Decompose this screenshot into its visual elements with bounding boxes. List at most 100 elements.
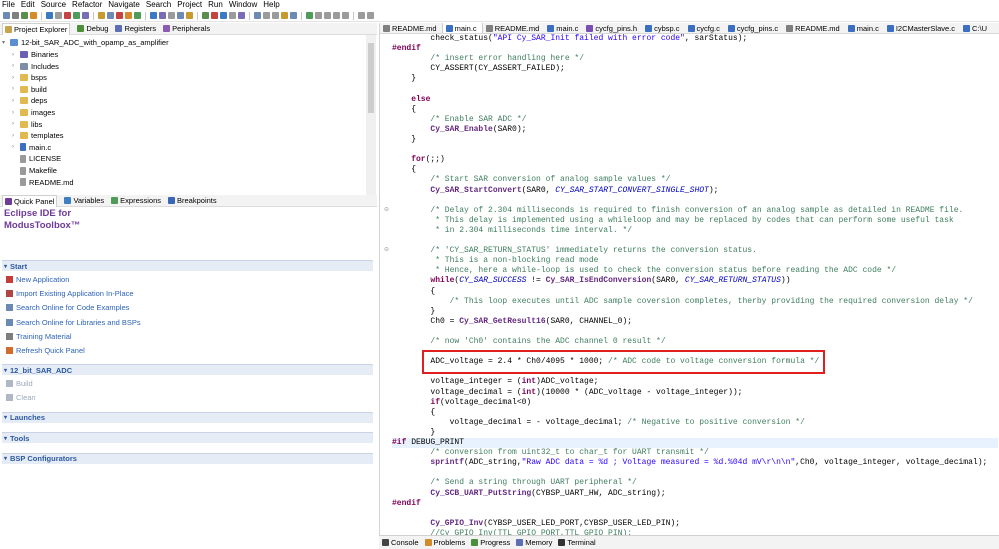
tree-item-readme-md[interactable]: README.md	[12, 177, 74, 188]
toolbar-tool-icon[interactable]	[159, 12, 166, 19]
tree-item-deps[interactable]: › deps	[12, 95, 47, 106]
chevron-right-icon[interactable]: ›	[12, 133, 17, 139]
toolbar-tool-icon[interactable]	[290, 12, 297, 19]
toolbar-tool-icon[interactable]	[272, 12, 279, 19]
chevron-right-icon[interactable]: ›	[12, 110, 17, 116]
chevron-right-icon[interactable]: ›	[12, 86, 17, 92]
bottom-tab-problems[interactable]: Problems	[424, 538, 465, 547]
toolbar-tool-icon[interactable]	[64, 12, 71, 19]
bottom-tab-memory[interactable]: Memory	[516, 538, 552, 547]
link-import-existing-application-in-place[interactable]: Import Existing Application In-Place	[6, 289, 134, 298]
link-training-material[interactable]: Training Material	[6, 332, 72, 341]
toolbar-tool-icon[interactable]	[98, 12, 105, 19]
editor-tab-main-c[interactable]: main.c	[441, 23, 483, 33]
tab-expressions[interactable]: Expressions	[111, 196, 161, 205]
toolbar-tool-icon[interactable]	[315, 12, 322, 19]
section-bsp-configurators[interactable]: ▾ BSP Configurators	[2, 452, 373, 464]
chevron-right-icon[interactable]: ›	[12, 63, 17, 69]
section-tools[interactable]: ▾ Tools	[2, 432, 373, 444]
chevron-right-icon[interactable]: ›	[12, 144, 17, 150]
bottom-tab-terminal[interactable]: Terminal	[558, 538, 596, 547]
tree-item-license[interactable]: LICENSE	[12, 153, 61, 164]
toolbar-tool-icon[interactable]	[238, 12, 245, 19]
menu-edit[interactable]: Edit	[21, 0, 35, 9]
link-search-online-for-code-examples[interactable]: Search Online for Code Examples	[6, 303, 129, 312]
toolbar-tool-icon[interactable]	[263, 12, 270, 19]
bottom-tab-console[interactable]: Console	[382, 538, 419, 547]
toolbar-tool-icon[interactable]	[30, 12, 37, 19]
tab-registers[interactable]: Registers	[115, 24, 156, 33]
toolbar-tool-icon[interactable]	[12, 12, 19, 19]
tree-item-build[interactable]: › build	[12, 84, 47, 95]
chevron-down-icon[interactable]: ▾	[4, 435, 7, 442]
tab-variables[interactable]: Variables	[64, 196, 104, 205]
toolbar-tool-icon[interactable]	[211, 12, 218, 19]
toolbar-tool-icon[interactable]	[333, 12, 340, 19]
menu-window[interactable]: Window	[229, 0, 257, 9]
tree-item-main-c[interactable]: › main.c	[12, 142, 51, 153]
menu-navigate[interactable]: Navigate	[108, 0, 140, 9]
toolbar-tool-icon[interactable]	[21, 12, 28, 19]
scrollbar-thumb[interactable]	[368, 43, 374, 113]
editor-tab-main-c[interactable]: main.c	[845, 23, 884, 33]
fold-marker-icon[interactable]: ⊖	[384, 246, 389, 253]
tree-item-templates[interactable]: › templates	[12, 130, 64, 141]
code-area[interactable]: check_status("API Cy_SAR_Init failed wit…	[392, 34, 998, 548]
chevron-right-icon[interactable]: ›	[12, 75, 17, 81]
menu-search[interactable]: Search	[146, 0, 171, 9]
toolbar-tool-icon[interactable]	[342, 12, 349, 19]
section-launches[interactable]: ▾ Launches	[2, 411, 373, 423]
chevron-down-icon[interactable]: ▾	[4, 367, 7, 374]
tab-peripherals[interactable]: Peripherals	[163, 24, 210, 33]
toolbar-tool-icon[interactable]	[3, 12, 10, 19]
tab-debug[interactable]: Debug	[77, 24, 108, 33]
chevron-right-icon[interactable]: ›	[12, 52, 17, 58]
editor-tab-cycfg-pins-c[interactable]: cycfg_pins.c	[725, 23, 783, 33]
menu-file[interactable]: File	[2, 0, 15, 9]
toolbar-tool-icon[interactable]	[229, 12, 236, 19]
editor-tab-readme-md[interactable]: README.md	[483, 23, 545, 33]
menu-source[interactable]: Source	[41, 0, 66, 9]
toolbar-tool-icon[interactable]	[367, 12, 374, 19]
toolbar-tool-icon[interactable]	[73, 12, 80, 19]
toolbar-tool-icon[interactable]	[177, 12, 184, 19]
toolbar-tool-icon[interactable]	[82, 12, 89, 19]
chevron-right-icon[interactable]: ›	[12, 98, 17, 104]
tab-breakpoints[interactable]: Breakpoints	[168, 196, 217, 205]
link-refresh-quick-panel[interactable]: Refresh Quick Panel	[6, 346, 85, 355]
section-12-bit-sar-adc[interactable]: ▾ 12_bit_SAR_ADC	[2, 364, 373, 376]
toolbar-tool-icon[interactable]	[116, 12, 123, 19]
explorer-scrollbar[interactable]	[366, 35, 376, 197]
editor-tab-cybsp-c[interactable]: cybsp.c	[642, 23, 684, 33]
menu-refactor[interactable]: Refactor	[72, 0, 102, 9]
menu-help[interactable]: Help	[263, 0, 279, 9]
tab-quick-panel[interactable]: Quick Panel	[2, 194, 58, 207]
tree-item-makefile[interactable]: Makefile	[12, 165, 57, 176]
toolbar-tool-icon[interactable]	[202, 12, 209, 19]
tree-project-root[interactable]: ▾ 12-bit_SAR_ADC_with_opamp_as_amplifier	[2, 37, 169, 48]
editor-tab-readme-md[interactable]: README.md	[380, 23, 442, 33]
bottom-tab-progress[interactable]: Progress	[471, 538, 510, 547]
tab-project-explorer[interactable]: Project Explorer	[2, 22, 71, 35]
editor-tab-cycfg-c[interactable]: cycfg.c	[685, 23, 725, 33]
chevron-down-icon[interactable]: ▾	[2, 39, 7, 46]
toolbar-tool-icon[interactable]	[306, 12, 313, 19]
fold-marker-icon[interactable]: ⊖	[384, 206, 389, 213]
editor-tab-c-u[interactable]: C:\U	[960, 23, 992, 33]
toolbar-tool-icon[interactable]	[281, 12, 288, 19]
menu-project[interactable]: Project	[177, 0, 202, 9]
toolbar-tool-icon[interactable]	[220, 12, 227, 19]
editor-tab-main-c[interactable]: main.c	[544, 23, 583, 33]
section-start[interactable]: ▾ Start	[2, 260, 373, 271]
chevron-down-icon[interactable]: ▾	[4, 455, 7, 462]
chevron-right-icon[interactable]: ›	[12, 121, 17, 127]
editor-tab-i2cmasterslave-c[interactable]: I2CMasterSlave.c	[884, 23, 960, 33]
toolbar-tool-icon[interactable]	[168, 12, 175, 19]
toolbar-tool-icon[interactable]	[150, 12, 157, 19]
tree-item-bsps[interactable]: › bsps	[12, 72, 47, 83]
toolbar-tool-icon[interactable]	[254, 12, 261, 19]
link-new-application[interactable]: New Application	[6, 275, 69, 284]
link-search-online-for-libraries-and-bsps[interactable]: Search Online for Libraries and BSPs	[6, 318, 141, 327]
toolbar-tool-icon[interactable]	[107, 12, 114, 19]
toolbar-tool-icon[interactable]	[358, 12, 365, 19]
